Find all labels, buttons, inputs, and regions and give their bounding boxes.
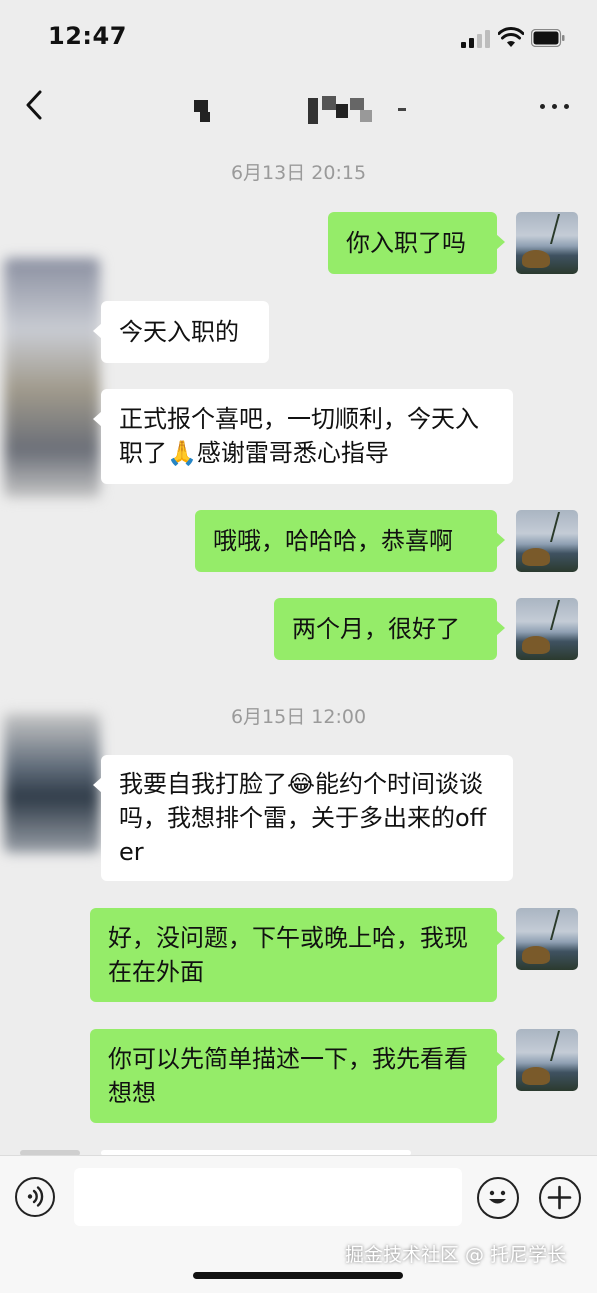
my-avatar[interactable] bbox=[516, 212, 578, 274]
more-dots-icon[interactable] bbox=[538, 96, 572, 116]
chat-title-redacted bbox=[190, 94, 420, 124]
contact-avatar-blurred[interactable] bbox=[4, 258, 100, 498]
message-bubble-incoming[interactable]: 今天入职的 bbox=[93, 301, 269, 363]
status-time: 12:47 bbox=[48, 22, 127, 50]
message-bubble-outgoing[interactable]: 哦哦，哈哈哈，恭喜啊 bbox=[195, 510, 505, 572]
message-input[interactable] bbox=[74, 1168, 462, 1226]
status-bar: 12:47 bbox=[0, 0, 597, 76]
emoji-icon[interactable] bbox=[477, 1177, 519, 1219]
message-bubble-outgoing[interactable]: 两个月，很好了 bbox=[274, 598, 505, 660]
my-avatar[interactable] bbox=[516, 598, 578, 660]
chat-header bbox=[0, 76, 597, 138]
plus-icon[interactable] bbox=[539, 1177, 581, 1219]
message-bubble-incoming[interactable]: 我要自我打脸了😂能约个时间谈谈吗，我想排个雷，关于多出来的offer bbox=[93, 755, 513, 881]
battery-icon bbox=[531, 29, 565, 47]
message-bubble-outgoing[interactable]: 你入职了吗 bbox=[328, 212, 505, 274]
cellular-signal-icon bbox=[461, 30, 491, 48]
my-avatar[interactable] bbox=[516, 908, 578, 970]
message-list[interactable]: 6月13日 20:15 你入职了吗 今天入职的 正式报个喜吧，一切顺利，今天入职… bbox=[0, 138, 597, 1155]
home-indicator[interactable] bbox=[193, 1272, 403, 1279]
wifi-icon bbox=[498, 27, 524, 47]
timestamp: 6月13日 20:15 bbox=[230, 162, 367, 184]
contact-avatar-blurred[interactable] bbox=[4, 713, 100, 853]
voice-icon[interactable] bbox=[15, 1177, 55, 1217]
my-avatar[interactable] bbox=[516, 510, 578, 572]
message-bubble-outgoing[interactable]: 你可以先简单描述一下，我先看看想想 bbox=[90, 1029, 505, 1123]
message-bubble-outgoing[interactable]: 好，没问题，下午或晚上哈，我现在在外面 bbox=[90, 908, 505, 1002]
watermark: 掘金技术社区 @ 托尼学长 bbox=[345, 1244, 567, 1266]
chevron-left-icon[interactable] bbox=[20, 88, 50, 122]
message-bubble-incoming[interactable]: 正式报个喜吧，一切顺利，今天入职了🙏感谢雷哥悉心指导 bbox=[93, 389, 513, 484]
my-avatar[interactable] bbox=[516, 1029, 578, 1091]
